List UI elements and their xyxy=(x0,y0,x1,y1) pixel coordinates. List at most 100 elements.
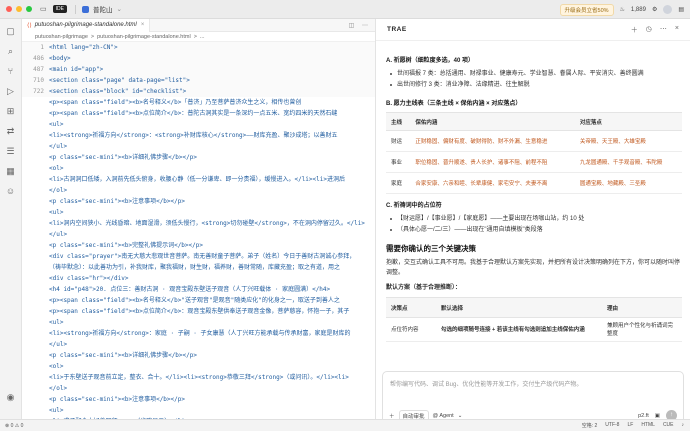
code-line[interactable]: <div class="hr"></div> xyxy=(22,273,375,284)
source-control-icon[interactable]: ⑂ xyxy=(4,65,17,78)
chart-icon[interactable]: ▦ xyxy=(4,165,17,178)
problems-indicator[interactable]: ⊗ 0 ⚠ 0 xyxy=(5,423,23,429)
line-text[interactable]: <html lang="zh-CN"> xyxy=(49,42,118,53)
code-line[interactable]: <li><strong>祈福方向</strong>：<strong>补财库核心<… xyxy=(22,130,375,141)
explorer-icon[interactable]: ▢ xyxy=(4,25,17,38)
code-line[interactable]: <h4 id="p48">20. 点位三：善财古洞 · 观音宝殿东壁送子观音（人… xyxy=(22,284,375,295)
code-line[interactable]: <p class="sec-mini"><b>详细礼佛步骤</b></p> xyxy=(22,152,375,163)
language-indicator[interactable]: HTML xyxy=(641,422,655,429)
code-line[interactable]: 486 <body> xyxy=(22,53,375,64)
line-text[interactable]: <h4 id="p48">20. 点位三：善财古洞 · 观音宝殿东壁送子观音（人… xyxy=(49,284,330,295)
search-icon[interactable]: ⌕ xyxy=(4,45,17,58)
code-line[interactable]: <p><span class="field"><b>名号释义</b>"送子观音"… xyxy=(22,295,375,306)
code-line[interactable]: 710 <section class="page" data-page="lis… xyxy=(22,75,375,86)
line-text[interactable]: </ul> xyxy=(49,141,67,152)
code-line[interactable]: </ul> xyxy=(22,141,375,152)
code-line[interactable]: <div class="prayer">南无大慈大悲观世音菩萨。南无善财童子菩萨… xyxy=(22,251,375,262)
editor-tab[interactable]: ⟨⟩ putuoshan-pilgrimage-standalone.html … xyxy=(22,18,151,32)
eol-indicator[interactable]: LF xyxy=(627,422,633,429)
code-line[interactable]: <ul> xyxy=(22,405,375,416)
breadcrumb-symbol[interactable]: ... xyxy=(200,34,205,40)
extensions-icon[interactable]: ⊞ xyxy=(4,105,17,118)
line-text[interactable]: <p><span class="field"><b>名号释义</b>"送子观音"… xyxy=(49,295,340,306)
sidebar-toggle-icon[interactable]: ▭ xyxy=(40,5,47,13)
code-area[interactable]: 1 <html lang="zh-CN"> 486 <body> 487 <main id… xyxy=(22,42,375,419)
encoding-indicator[interactable]: UTF-8 xyxy=(605,422,619,429)
line-text[interactable]: <p class="sec-mini"><b>注意事项</b></p> xyxy=(49,394,185,405)
line-text[interactable]: <p class="sec-mini"><b>注意事项</b></p> xyxy=(49,196,185,207)
code-line[interactable]: </ul> xyxy=(22,229,375,240)
chat-input-placeholder[interactable]: 帮你编写代码、调试 Bug、优化性能等开发工作，交付生产级代码产物。 xyxy=(390,379,582,388)
code-line[interactable]: <li>洞内空间狭小、光线昏暗、地面湿滑，须低头慢行，<strong>切勿碰壁<… xyxy=(22,218,375,229)
notification-icon[interactable]: ♪ xyxy=(682,422,685,429)
bell-icon[interactable]: ♨ xyxy=(620,6,625,13)
code-line[interactable]: </ol> xyxy=(22,185,375,196)
agent-selector[interactable]: @ Agent xyxy=(433,413,454,419)
line-text[interactable]: （祷毕默念）：以此善功为引，补我财库，聚我福财，财生财，福养财，善财常随，库藏充… xyxy=(49,262,340,273)
account-icon[interactable]: ◉ xyxy=(4,391,17,404)
line-text[interactable]: <p class="sec-mini"><b>详细礼佛步骤</b></p> xyxy=(49,152,197,163)
code-line[interactable]: 487 <main id="app"> xyxy=(22,64,375,75)
code-line[interactable]: <p><span class="field"><b>点位简介</b>：普陀古洞其… xyxy=(22,108,375,119)
code-line[interactable]: （祷毕默念）：以此善功为引，补我财库，聚我福财，财生财，福养财，善财常随，库藏充… xyxy=(22,262,375,273)
remote-icon[interactable]: ⇄ xyxy=(4,125,17,138)
code-line[interactable]: <ol> xyxy=(22,361,375,372)
editor-actions[interactable]: ◫ ⋯ xyxy=(349,22,375,29)
chevron-down-icon[interactable]: ⌄ xyxy=(458,413,463,419)
database-icon[interactable]: ☰ xyxy=(4,145,17,158)
breadcrumb-folder[interactable]: putuoshan-pilgrimage xyxy=(35,34,88,40)
line-text[interactable]: <section class="block" id="checklist"> xyxy=(49,86,186,97)
chevron-down-icon[interactable]: ⌄ xyxy=(116,5,121,13)
code-line[interactable]: <li>于东壁送子观音前立定，整衣、合十。</li><li><strong>恭敬… xyxy=(22,372,375,383)
model-selector[interactable]: p2.ft xyxy=(638,413,649,419)
line-text[interactable]: <ol> xyxy=(49,163,63,174)
window-controls[interactable] xyxy=(6,6,32,12)
code-line[interactable]: <p class="sec-mini"><b>注意事项</b></p> xyxy=(22,196,375,207)
line-text[interactable]: <body> xyxy=(49,53,71,64)
line-text[interactable]: <ul> xyxy=(49,405,63,416)
line-text[interactable]: <main id="app"> xyxy=(49,64,103,75)
line-text[interactable]: <li><strong>祈福方向</strong>：<strong>补财库核心<… xyxy=(49,130,338,141)
project-name[interactable]: 普陀山 xyxy=(93,4,113,14)
line-text[interactable]: <ul> xyxy=(49,317,63,328)
line-text[interactable]: <ul> xyxy=(49,207,63,218)
code-line[interactable]: <p><span class="field"><b>名号释义</b>「普济」乃至… xyxy=(22,97,375,108)
more-icon[interactable]: ⋯ xyxy=(660,25,667,35)
line-text[interactable]: <div class="prayer">南无大慈大悲观世音菩萨。南无善财童子菩萨… xyxy=(49,251,355,262)
close-icon[interactable]: × xyxy=(675,25,679,35)
code-line[interactable]: <ul> xyxy=(22,317,375,328)
avatar[interactable] xyxy=(663,5,673,14)
code-line[interactable]: </ol> xyxy=(22,383,375,394)
breadcrumb-file[interactable]: putuoshan-pilgrimage-standalone.html xyxy=(97,34,191,40)
ide-badge[interactable]: IDE xyxy=(52,5,67,13)
user-icon[interactable]: ☺ xyxy=(4,185,17,198)
close-window-button[interactable] xyxy=(6,6,12,12)
history-icon[interactable]: ◷ xyxy=(646,25,652,35)
line-text[interactable]: </ul> xyxy=(49,339,67,350)
image-icon[interactable]: ▣ xyxy=(655,413,660,419)
code-line[interactable]: 1 <html lang="zh-CN"> xyxy=(22,42,375,53)
line-text[interactable]: <li>洞内空间狭小、光线昏暗、地面湿滑，须低头慢行，<strong>切勿碰壁<… xyxy=(49,218,365,229)
settings-icon[interactable]: ⚙ xyxy=(652,6,657,13)
run-debug-icon[interactable]: ▷ xyxy=(4,85,17,98)
line-text[interactable]: </ul> xyxy=(49,229,67,240)
upgrade-button[interactable]: 升级会员立省50% xyxy=(559,3,614,16)
code-line[interactable]: <ul> xyxy=(22,207,375,218)
line-text[interactable]: <ol> xyxy=(49,361,63,372)
code-line[interactable]: <p class="sec-mini"><b>详细礼佛步骤</b></p> xyxy=(22,350,375,361)
code-line[interactable]: <p class="sec-mini"><b>注意事项</b></p> xyxy=(22,394,375,405)
line-text[interactable]: <p><span class="field"><b>点位简介</b>：观音宝殿东… xyxy=(49,306,349,317)
line-text[interactable]: <p class="sec-mini"><b>详细礼佛步骤</b></p> xyxy=(49,350,197,361)
minimize-window-button[interactable] xyxy=(16,6,22,12)
line-text[interactable]: </ol> xyxy=(49,383,67,394)
code-line[interactable]: </ul> xyxy=(22,339,375,350)
code-line[interactable]: <p class="sec-mini"><b>完整礼佛提示词</b></p> xyxy=(22,240,375,251)
line-text[interactable]: <p><span class="field"><b>点位简介</b>：普陀古洞其… xyxy=(49,108,337,119)
code-line[interactable]: <p><span class="field"><b>点位简介</b>：观音宝殿东… xyxy=(22,306,375,317)
code-line[interactable]: <ol> xyxy=(22,163,375,174)
line-text[interactable]: </ol> xyxy=(49,185,67,196)
line-text[interactable]: <div class="hr"></div> xyxy=(49,273,128,284)
line-text[interactable]: <li><strong>祈福方向</strong>：家庭 · 子嗣 · 子女康慧… xyxy=(49,328,351,339)
line-text[interactable]: <li>于东壁送子观音前立定，整衣、合十。</li><li><strong>恭敬… xyxy=(49,372,349,383)
line-text[interactable]: <section class="page" data-page="list"> xyxy=(49,75,190,86)
